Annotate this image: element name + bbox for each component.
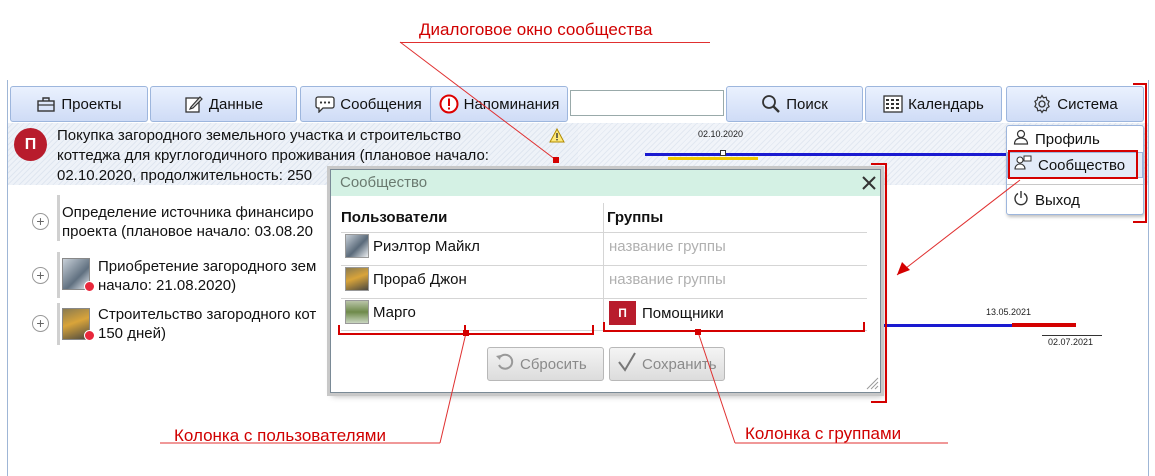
- messages-label: Сообщения: [340, 95, 422, 113]
- user-avatar: [345, 300, 369, 324]
- expand-icon[interactable]: +: [32, 267, 49, 284]
- gantt-date-underline: [1042, 335, 1102, 336]
- search-icon: [761, 94, 781, 114]
- chat-icon: [315, 94, 335, 114]
- task-title[interactable]: Определение источника финансиро проекта …: [62, 203, 330, 241]
- system-button[interactable]: Система: [1006, 86, 1144, 122]
- alert-icon: [439, 94, 459, 114]
- data-label: Данные: [208, 95, 264, 113]
- user-avatar: [345, 234, 369, 258]
- status-dot: [84, 330, 95, 341]
- messages-button[interactable]: Сообщения: [300, 86, 437, 122]
- reset-label: Сбросить: [520, 355, 587, 373]
- gantt-marker: [720, 150, 726, 156]
- task-title[interactable]: Приобретение загородного зем начало: 21.…: [98, 257, 330, 295]
- task-line2: 150 дней): [98, 325, 166, 342]
- annotation-bracket-dialog: [871, 163, 887, 403]
- save-label: Сохранить: [642, 355, 717, 373]
- user-avatar: [345, 267, 369, 291]
- annotation-groups-label: Колонка с группами: [745, 424, 902, 443]
- task-indent-bar: [57, 303, 60, 345]
- menu-item-profile[interactable]: Профиль: [1007, 126, 1143, 152]
- task-line2: начало: 21.08.2020): [98, 277, 237, 294]
- annotation-underline: [400, 42, 710, 43]
- annotation-highlight-community: [1008, 150, 1138, 179]
- search-label: Поиск: [786, 95, 828, 113]
- group-cell[interactable]: название группы: [609, 234, 726, 258]
- task-line1: Определение источника финансиро: [62, 204, 314, 221]
- checkmark-icon: [616, 351, 638, 377]
- row-divider: [341, 232, 867, 233]
- annotation-users-label: Колонка с пользователями: [174, 426, 386, 445]
- calendar-label: Календарь: [908, 95, 984, 113]
- user-name: Риэлтор Майкл: [373, 237, 480, 255]
- menu-profile-label: Профиль: [1035, 130, 1100, 148]
- reminders-button[interactable]: Напоминания: [430, 86, 568, 122]
- task-title[interactable]: Строительство загородного кот 150 дней): [98, 305, 330, 343]
- user-cell[interactable]: Риэлтор Майкл: [345, 234, 480, 258]
- user-icon: [1013, 129, 1029, 149]
- warning-icon: [549, 127, 565, 148]
- task-line2: проекта (плановое начало: 03.08.20: [62, 223, 314, 240]
- groups-column-header: Группы: [607, 209, 664, 226]
- user-cell[interactable]: Прораб Джон: [345, 267, 467, 291]
- task-indent-bar: [57, 252, 60, 298]
- reset-icon: [494, 351, 516, 377]
- reminders-label: Напоминания: [463, 95, 560, 113]
- user-name: Прораб Джон: [373, 270, 467, 288]
- gear-icon: [1032, 94, 1052, 114]
- users-column-header: Пользователи: [341, 209, 448, 226]
- gantt-date-1: 13.05.2021: [986, 307, 1032, 317]
- reset-button[interactable]: Сбросить: [487, 347, 604, 381]
- expand-icon[interactable]: +: [32, 315, 49, 332]
- gantt-task-bar-blue: [882, 324, 1012, 327]
- task-line1: Строительство загородного кот: [98, 306, 317, 323]
- save-button[interactable]: Сохранить: [609, 347, 725, 381]
- expand-icon[interactable]: +: [32, 213, 49, 230]
- system-label: Система: [1057, 95, 1118, 113]
- gantt-project-bar: [645, 153, 1007, 156]
- search-button[interactable]: Поиск: [726, 86, 863, 122]
- row-divider: [341, 265, 867, 266]
- gantt-date-2: 02.07.2021: [1048, 337, 1094, 347]
- search-input[interactable]: [570, 90, 724, 116]
- projects-label: Проекты: [61, 95, 122, 113]
- toolbar: Проекты Данные Сообщения Напоминания Пои…: [10, 86, 1145, 122]
- projects-button[interactable]: Проекты: [10, 86, 148, 122]
- project-title-line1: Покупка загородного земельного участка и…: [57, 127, 462, 144]
- menu-exit-label: Выход: [1035, 191, 1080, 209]
- row-divider: [341, 298, 867, 299]
- calendar-icon: [883, 94, 903, 114]
- project-badge: П: [14, 128, 47, 161]
- project-title-line2: коттеджа для круглогодичного проживания …: [57, 147, 489, 164]
- gantt-progress-bar: [668, 157, 758, 160]
- group-cell[interactable]: название группы: [609, 267, 726, 291]
- menu-divider: [1007, 184, 1143, 185]
- task-line1: Приобретение загородного зем: [98, 258, 317, 275]
- column-divider: [603, 203, 604, 330]
- power-icon: [1013, 190, 1029, 210]
- group-placeholder: название группы: [609, 270, 726, 288]
- annotation-users-bracket: [338, 325, 466, 335]
- task-indent-bar: [57, 195, 60, 241]
- dialog-title: Сообщество: [331, 170, 880, 196]
- group-name: Помощники: [642, 304, 724, 322]
- user-cell[interactable]: Марго: [345, 300, 416, 324]
- calendar-button[interactable]: Календарь: [865, 86, 1002, 122]
- data-button[interactable]: Данные: [150, 86, 297, 122]
- annotation-users-bracket-2: [466, 325, 594, 335]
- gantt-task-bar-red: [1012, 323, 1076, 327]
- user-name: Марго: [373, 303, 416, 321]
- annotation-groups-bracket: [603, 322, 865, 332]
- status-dot: [84, 281, 95, 292]
- group-placeholder: название группы: [609, 237, 726, 255]
- annotation-dialog-label: Диалоговое окно сообщества: [419, 20, 653, 39]
- gantt-start-date: 02.10.2020: [698, 129, 744, 139]
- briefcase-icon: [36, 94, 56, 114]
- edit-icon: [184, 94, 204, 114]
- menu-item-exit[interactable]: Выход: [1007, 187, 1143, 213]
- community-dialog: Сообщество Пользователи Группы Риэлтор М…: [330, 169, 881, 393]
